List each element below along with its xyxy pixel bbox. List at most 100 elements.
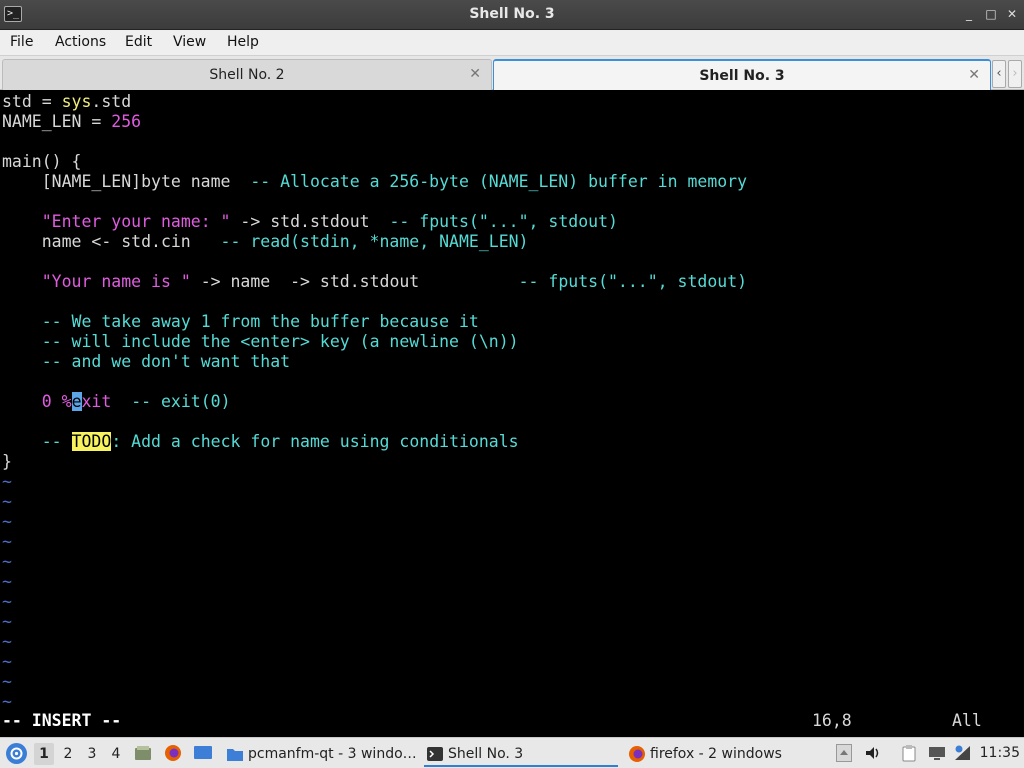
file-manager-launcher-icon[interactable] — [134, 744, 152, 762]
empty-line-marker: ~ — [2, 492, 12, 511]
close-button[interactable]: ✕ — [1005, 7, 1019, 21]
task-pcmanfm[interactable]: pcmanfm-qt - 3 windo… — [224, 741, 416, 767]
firefox-launcher-icon[interactable] — [164, 744, 182, 762]
maximize-button[interactable]: □ — [984, 7, 998, 21]
code-token: sys — [61, 92, 92, 111]
menu-view[interactable]: View — [173, 34, 206, 50]
code-token: std = — [2, 92, 62, 111]
code-token: [NAME_LEN]byte name — [2, 172, 251, 191]
code-line: -- will include the <enter> key (a newli… — [2, 332, 519, 352]
empty-line-marker: ~ — [2, 632, 12, 651]
empty-line-marker: ~ — [2, 512, 12, 531]
network-icon[interactable] — [954, 744, 972, 762]
scroll-up-icon[interactable] — [836, 744, 854, 762]
code-line: 0 %exit -- exit(0) — [2, 392, 231, 412]
clock[interactable]: 11:35 — [980, 738, 1020, 768]
menu-edit[interactable]: Edit — [125, 34, 152, 50]
code-token: -- — [41, 432, 72, 451]
empty-line-marker: ~ — [2, 692, 12, 711]
tab-shell-2[interactable]: Shell No. 2 ✕ — [2, 59, 492, 90]
code-token: -- and we don't want that — [41, 352, 291, 371]
terminal-area[interactable]: std = sys.std NAME_LEN = 256 main() { [NAM… — [0, 91, 1024, 737]
volume-icon[interactable] — [864, 744, 882, 762]
code-token: -- fputs("...", stdout) — [518, 272, 748, 291]
code-line: -- and we don't want that — [2, 352, 290, 372]
code-line: "Your name is " -> name -> std.stdout --… — [2, 272, 747, 292]
task-label: Shell No. 3 — [448, 746, 524, 762]
workspace-2[interactable]: 2 — [58, 743, 78, 765]
tab-label: Shell No. 2 — [209, 67, 285, 83]
code-token: -> std.stdout — [230, 212, 390, 231]
code-token: "Your name is " — [41, 272, 191, 291]
start-menu-icon[interactable] — [6, 743, 27, 764]
code-token: name <- std.cin — [2, 232, 221, 251]
workspace-1[interactable]: 1 — [34, 743, 54, 765]
code-token: 256 — [111, 112, 142, 131]
empty-line-marker: ~ — [2, 612, 12, 631]
code-token: NAME_LEN = — [2, 112, 112, 131]
display-icon[interactable] — [928, 744, 946, 762]
code-token: -- We take away 1 from the buffer becaus… — [41, 312, 479, 331]
task-label: firefox - 2 windows — [650, 746, 782, 762]
window-title: Shell No. 3 — [469, 6, 555, 22]
code-token: xit — [81, 392, 112, 411]
code-line: std = sys.std — [2, 92, 131, 112]
code-token: : Add a check for name using conditional… — [111, 432, 519, 451]
empty-line-marker: ~ — [2, 652, 12, 671]
workspace-4[interactable]: 4 — [106, 743, 126, 765]
clipboard-icon[interactable] — [900, 744, 918, 762]
code-token: 0 — [41, 392, 52, 411]
code-token: % — [61, 392, 72, 411]
code-token: -- fputs("...", stdout) — [389, 212, 618, 231]
code-token: TODO — [71, 432, 112, 451]
task-shell-3[interactable]: Shell No. 3 — [424, 741, 618, 767]
code-line: } — [2, 452, 12, 472]
code-token: -> name -> std.stdout — [190, 272, 519, 291]
firefox-icon — [628, 745, 646, 763]
code-token: -- Allocate a 256-byte (NAME_LEN) buffer… — [250, 172, 748, 191]
window-titlebar[interactable]: >_ Shell No. 3 _ □ ✕ — [0, 0, 1024, 30]
code-line: [NAME_LEN]byte name -- Allocate a 256-by… — [2, 172, 747, 192]
tab-bar: Shell No. 2 ✕ Shell No. 3 ✕ ‹ › — [0, 56, 1024, 90]
tab-shell-3[interactable]: Shell No. 3 ✕ — [493, 59, 991, 90]
empty-line-marker: ~ — [2, 472, 12, 491]
code-token: .std — [91, 92, 132, 111]
code-token: } — [2, 452, 12, 471]
code-line: -- TODO: Add a check for name using cond… — [2, 432, 519, 452]
empty-line-marker: ~ — [2, 532, 12, 551]
menu-help[interactable]: Help — [227, 34, 259, 50]
menu-actions[interactable]: Actions — [55, 34, 106, 50]
empty-line-marker: ~ — [2, 552, 12, 571]
desktop-launcher-icon[interactable] — [193, 744, 212, 762]
code-token: -- read(stdin, *name, NAME_LEN) — [220, 232, 529, 251]
code-line: -- We take away 1 from the buffer becaus… — [2, 312, 479, 332]
tab-close-icon[interactable]: ✕ — [469, 66, 481, 82]
empty-line-marker: ~ — [2, 592, 12, 611]
menu-file[interactable]: File — [10, 34, 33, 50]
folder-icon — [226, 745, 244, 763]
tab-scroll-left-button[interactable]: ‹ — [992, 60, 1006, 88]
terminal-icon — [426, 745, 444, 763]
code-token: main() { — [2, 152, 82, 171]
task-firefox[interactable]: firefox - 2 windows — [626, 741, 830, 767]
minimize-button[interactable]: _ — [962, 7, 976, 21]
scroll-indicator: All — [952, 711, 982, 730]
tab-close-icon[interactable]: ✕ — [968, 67, 980, 83]
code-line: main() { — [2, 152, 81, 172]
task-label: pcmanfm-qt - 3 windo… — [248, 746, 416, 762]
tab-scroll-right-button[interactable]: › — [1008, 60, 1022, 88]
empty-line-marker: ~ — [2, 672, 12, 691]
code-line: name <- std.cin -- read(stdin, *name, NA… — [2, 232, 529, 252]
vim-mode-indicator: -- INSERT -- — [2, 711, 122, 730]
code-line: "Enter your name: " -> std.stdout -- fpu… — [2, 212, 618, 232]
workspace-3[interactable]: 3 — [82, 743, 102, 765]
cursor-position: 16,8 — [812, 711, 852, 730]
